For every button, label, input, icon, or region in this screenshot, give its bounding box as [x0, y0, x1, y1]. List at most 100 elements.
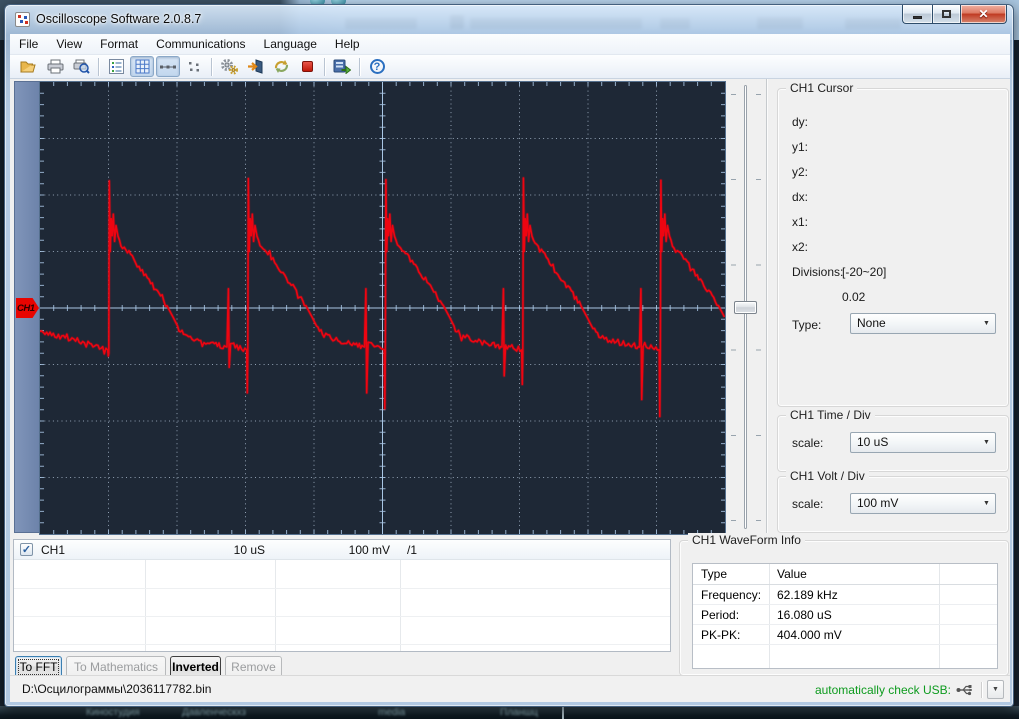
- waveform-plot: [40, 82, 725, 534]
- usb-status: automatically check USB: ▼: [815, 679, 1004, 700]
- channel-name: CH1: [41, 543, 66, 557]
- help-icon: ?: [369, 59, 385, 74]
- cursor-panel-title: CH1 Cursor: [786, 81, 858, 95]
- menu-view[interactable]: View: [47, 34, 91, 54]
- export-data-button[interactable]: [330, 56, 354, 77]
- stop-button[interactable]: [295, 56, 319, 77]
- usb-icon: [956, 684, 972, 695]
- ch1-checkbox[interactable]: ✓: [20, 543, 33, 556]
- table-row[interactable]: Frequency: 62.189 kHz: [693, 585, 997, 605]
- dots-display-button[interactable]: [182, 56, 206, 77]
- refresh-button[interactable]: [269, 56, 293, 77]
- chevron-down-icon: ▼: [983, 320, 990, 327]
- maximize-button[interactable]: [932, 5, 961, 24]
- waveform-info-table: Type Value Frequency: 62.189 kHz Period:…: [692, 563, 998, 669]
- menu-file[interactable]: File: [10, 34, 47, 54]
- divisions-step: 0.02: [842, 290, 866, 304]
- menu-help[interactable]: Help: [326, 34, 369, 54]
- taskbar-item[interactable]: media: [378, 707, 405, 718]
- open-folder-button[interactable]: [17, 56, 41, 77]
- close-button[interactable]: ✕: [961, 5, 1007, 24]
- help-button[interactable]: ?: [365, 56, 389, 77]
- col-value: Value: [777, 567, 807, 581]
- menubar: File View Format Communications Language…: [10, 34, 1010, 55]
- ch1-marker-label: CH1: [17, 302, 35, 314]
- menu-language[interactable]: Language: [255, 34, 326, 54]
- ch1-cursor-panel: CH1 Cursor dy: y1: y2: dx: x1: x2: Divis…: [777, 81, 1009, 407]
- grid-display-icon: [135, 59, 149, 74]
- divisions-range: [-20~20]: [842, 265, 887, 279]
- taskbar-item[interactable]: Планшц: [500, 707, 538, 718]
- vertical-position-slider: [727, 81, 765, 533]
- channel-panel: ✓ CH1 10 uS 100 mV /1 To FFT To Mathemat…: [10, 537, 674, 678]
- channel-timediv: 10 uS: [233, 543, 265, 557]
- print-preview-button[interactable]: [69, 56, 93, 77]
- voltdiv-value: 100 mV: [857, 496, 899, 510]
- channel-probe: /1: [407, 543, 418, 557]
- waveform-info-panel: CH1 WaveForm Info Type Value Frequency: …: [679, 533, 1009, 676]
- waveform-info-title: CH1 WaveForm Info: [688, 533, 805, 547]
- channel-row-ch1[interactable]: ✓ CH1 10 uS 100 mV /1: [14, 540, 670, 560]
- cursor-y1-label: y1:: [792, 140, 809, 154]
- print-icon: [47, 59, 63, 74]
- divisions-label: Divisions:: [792, 265, 844, 279]
- print-button[interactable]: [43, 56, 67, 77]
- view-list-button[interactable]: [104, 56, 128, 77]
- channel-gutter: CH1: [14, 81, 39, 533]
- taskbar-item[interactable]: Киностудия: [86, 707, 140, 718]
- ch1-marker[interactable]: CH1: [16, 298, 39, 318]
- cursor-x2-label: x2:: [792, 240, 809, 254]
- channel-table: ✓ CH1 10 uS 100 mV /1: [13, 539, 671, 652]
- usb-check-label: automatically check USB:: [814, 682, 951, 697]
- titlebar[interactable]: Oscilloscope Software 2.0.8.7 ✕: [5, 5, 1013, 34]
- grid-display-button[interactable]: [130, 56, 154, 77]
- oscilloscope-window: Oscilloscope Software 2.0.8.7 ✕ File Vie…: [4, 4, 1014, 707]
- ch1-timediv-panel: CH1 Time / Div scale: 10 uS ▼: [777, 408, 1009, 472]
- statusbar: D:\Осцилограммы\2036117782.bin automatic…: [10, 675, 1010, 702]
- ch1-voltdiv-panel: CH1 Volt / Div scale: 100 mV ▼: [777, 469, 1009, 533]
- app-icon: [15, 12, 30, 27]
- menu-format[interactable]: Format: [91, 34, 147, 54]
- dash-line-display-button[interactable]: [156, 56, 180, 77]
- table-row[interactable]: Period: 16.080 uS: [693, 605, 997, 625]
- settings-gears-icon: [221, 58, 238, 74]
- voltdiv-panel-title: CH1 Volt / Div: [786, 469, 869, 483]
- channel-voltdiv: 100 mV: [348, 543, 390, 557]
- info-table-header: Type Value: [693, 564, 997, 585]
- toolbar: ?: [10, 55, 1010, 79]
- close-icon: ✕: [978, 7, 989, 21]
- view-list-icon: [108, 59, 124, 74]
- taskbar: Киностудия Давленческхз media Планшц: [0, 706, 1019, 719]
- timediv-panel-title: CH1 Time / Div: [786, 408, 875, 422]
- settings-gears-button[interactable]: [217, 56, 241, 77]
- table-row[interactable]: PK-PK: 404.000 mV: [693, 625, 997, 645]
- usb-dropdown-button[interactable]: ▼: [987, 680, 1004, 699]
- window-title: Oscilloscope Software 2.0.8.7: [36, 12, 202, 26]
- chevron-down-icon: ▼: [992, 686, 999, 693]
- dots-display-icon: [189, 61, 199, 71]
- menu-communications[interactable]: Communications: [147, 34, 254, 54]
- window-controls: ✕: [902, 5, 1007, 24]
- refresh-icon: [274, 60, 288, 73]
- minimize-icon: [913, 15, 922, 19]
- dash-line-display-icon: [160, 65, 176, 68]
- screen: Киностудия Давленческхз media Планшц Osc…: [0, 0, 1019, 719]
- cursor-x1-label: x1:: [792, 215, 809, 229]
- cursor-type-label: Type:: [792, 318, 822, 332]
- cursor-dy-label: dy:: [792, 115, 809, 129]
- cursor-y2-label: y2:: [792, 165, 809, 179]
- import-connect-button[interactable]: [243, 56, 267, 77]
- cursor-type-select[interactable]: None ▼: [850, 313, 996, 334]
- stop-icon: [301, 61, 313, 72]
- timediv-select[interactable]: 10 uS ▼: [850, 432, 996, 453]
- timediv-scale-label: scale:: [792, 436, 824, 450]
- waveform-display[interactable]: [39, 81, 726, 535]
- minimize-button[interactable]: [902, 5, 932, 24]
- voltdiv-select[interactable]: 100 mV ▼: [850, 493, 996, 514]
- taskbar-item[interactable]: Давленческхз: [182, 707, 246, 718]
- panel-splitter[interactable]: [766, 79, 768, 537]
- slider-handle[interactable]: [734, 301, 757, 314]
- col-type: Type: [701, 567, 728, 581]
- timediv-value: 10 uS: [857, 435, 889, 449]
- cursor-dx-label: dx:: [792, 190, 809, 204]
